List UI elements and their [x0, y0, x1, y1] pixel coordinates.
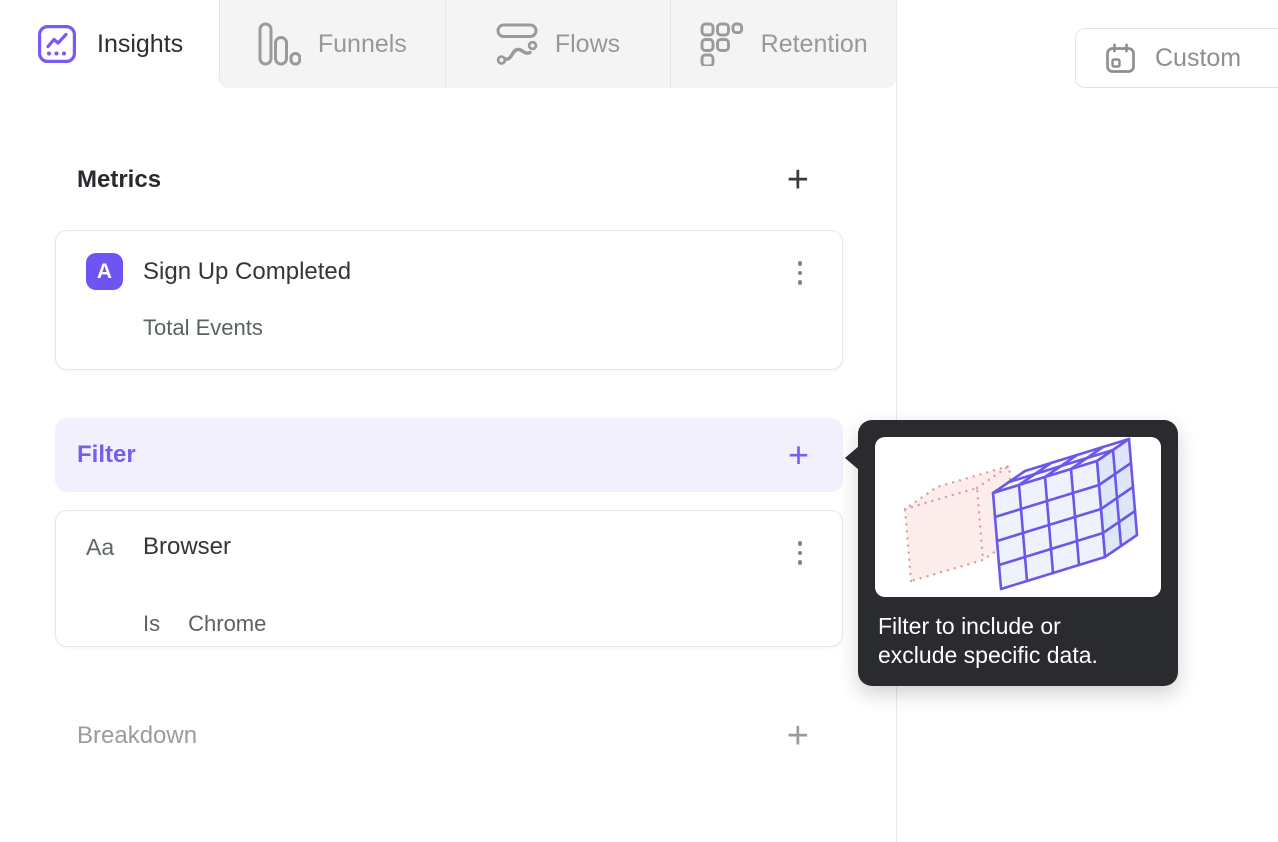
- metrics-heading: Metrics: [77, 166, 162, 193]
- breakdown-heading: Breakdown: [77, 722, 198, 749]
- metric-badge: A: [86, 253, 123, 290]
- tab-insights[interactable]: Insights: [0, 0, 219, 88]
- filter-tooltip: Filter to include or exclude specific da…: [845, 420, 1178, 686]
- metric-card-row: A Sign Up Completed: [86, 253, 351, 290]
- breakdown-section-header: Breakdown +: [55, 712, 843, 760]
- metric-measurement[interactable]: Total Events: [143, 315, 263, 341]
- date-range-button[interactable]: Custom: [1075, 28, 1278, 88]
- filter-property-name: Browser: [143, 533, 232, 560]
- insights-icon: [37, 24, 77, 64]
- add-metric-button[interactable]: +: [787, 161, 809, 199]
- tooltip-arrow: [845, 446, 859, 470]
- filter-condition: Is Chrome: [143, 611, 266, 637]
- tab-funnels-label: Funnels: [317, 29, 407, 58]
- filter-card-row: Aa Browser: [86, 533, 231, 561]
- metric-menu-icon[interactable]: [794, 257, 807, 289]
- tab-insights-label: Insights: [97, 29, 184, 58]
- add-filter-button[interactable]: +: [788, 437, 809, 473]
- flows-icon: [496, 22, 538, 66]
- filter-section-header[interactable]: Filter +: [55, 418, 843, 492]
- date-range-label: Custom: [1155, 43, 1242, 72]
- tab-retention[interactable]: Retention: [671, 0, 896, 88]
- tab-funnels[interactable]: Funnels: [220, 0, 446, 88]
- filter-illustration: [875, 437, 1161, 597]
- tooltip-text: Filter to include or exclude specific da…: [875, 612, 1161, 669]
- tooltip-line1: Filter to include or: [878, 613, 1061, 639]
- add-breakdown-button[interactable]: +: [787, 717, 809, 755]
- tab-flows-label: Flows: [554, 29, 621, 58]
- retention-icon: [700, 22, 744, 66]
- filter-card[interactable]: Aa Browser Is Chrome: [55, 510, 843, 647]
- property-type-indicator: Aa: [86, 533, 115, 560]
- metric-card[interactable]: A Sign Up Completed Total Events: [55, 230, 843, 370]
- metric-event-name: Sign Up Completed: [143, 257, 352, 285]
- tab-flows[interactable]: Flows: [446, 0, 672, 88]
- calendar-icon: [1104, 42, 1137, 75]
- insights-report-builder: Insights Funnels Flows Retention Custom …: [0, 0, 1278, 842]
- tab-retention-label: Retention: [760, 29, 868, 58]
- filter-value[interactable]: Chrome: [188, 611, 266, 636]
- filter-heading: Filter: [77, 441, 136, 468]
- metrics-section-header: Metrics +: [55, 156, 843, 204]
- inactive-tabs-group: Funnels Flows Retention: [219, 0, 896, 88]
- report-type-tabbar: Insights Funnels Flows Retention: [0, 0, 896, 88]
- filter-menu-icon[interactable]: [794, 537, 807, 569]
- filter-operator[interactable]: Is: [143, 611, 160, 636]
- funnels-icon: [258, 22, 301, 66]
- tooltip-line2: exclude specific data.: [878, 641, 1098, 668]
